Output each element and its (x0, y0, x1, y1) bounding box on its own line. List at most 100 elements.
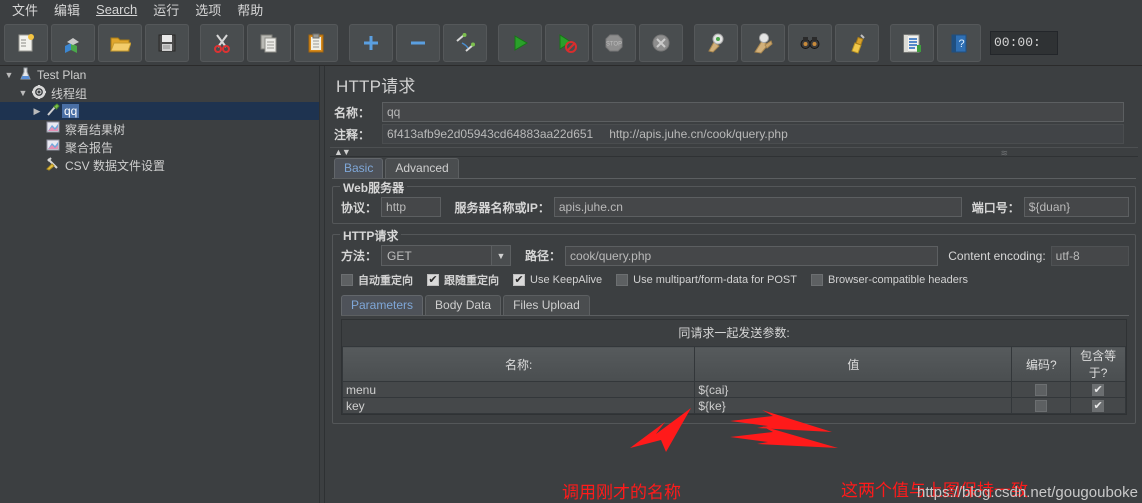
column-header-value[interactable]: 值 (694, 346, 1013, 382)
checkbox-label: 跟随重定向 (444, 275, 499, 287)
checkbox-use-keepalive[interactable]: ✔ Use KeepAlive (513, 274, 602, 286)
cell-param-encode[interactable] (1011, 397, 1072, 414)
cut-icon[interactable] (200, 23, 244, 62)
path-label: 路径： (525, 249, 562, 263)
column-header-include-equals[interactable]: 包含等于? (1070, 346, 1126, 382)
clear-all-icon[interactable] (741, 23, 785, 62)
tab-advanced[interactable]: Advanced (385, 158, 459, 178)
svg-text:?: ? (958, 38, 964, 50)
method-select[interactable]: GET ▼ (381, 245, 512, 266)
test-plan-tree[interactable]: ▼ Test Plan ▼ 线程组 ▶ qq 察看结果树 聚合报告 CSV 数据… (0, 66, 319, 503)
tab-body-data[interactable]: Body Data (425, 295, 502, 315)
tree-node-test-plan[interactable]: ▼ Test Plan (0, 66, 319, 84)
reset-search-icon[interactable] (835, 23, 879, 62)
checkbox-box[interactable]: ✔ (513, 274, 525, 286)
tree-node-view-results-tree[interactable]: 察看结果树 (0, 120, 319, 138)
menu-bar: 文件 编辑 Search 运行 选项 帮助 (0, 0, 1142, 20)
cell-param-include-equals[interactable]: ✔ (1070, 397, 1126, 414)
page-title: HTTP请求 (336, 77, 416, 96)
menu-run[interactable]: 运行 (145, 0, 187, 21)
menu-help[interactable]: 帮助 (229, 0, 271, 21)
checkbox-follow-redirect[interactable]: ✔ 跟随重定向 (427, 272, 499, 288)
tree-node-aggregate-report[interactable]: 聚合报告 (0, 138, 319, 156)
toggle-icon[interactable] (443, 23, 487, 62)
port-input[interactable]: ${duan} (1023, 197, 1129, 217)
toolbar-separator (490, 24, 498, 62)
search-icon[interactable] (788, 23, 832, 62)
menu-file[interactable]: 文件 (4, 0, 46, 21)
chevron-down-icon[interactable]: ▼ (2, 70, 16, 80)
chevron-down-icon[interactable]: ▼ (16, 88, 30, 98)
save-icon[interactable] (145, 23, 189, 62)
svg-text:STOP: STOP (606, 41, 622, 47)
stop-icon[interactable]: STOP (592, 23, 636, 62)
cell-param-value[interactable]: ${cai} (694, 381, 1013, 398)
menu-search[interactable]: Search (88, 1, 145, 19)
tree-node-qq[interactable]: ▶ qq (0, 102, 319, 120)
comments-hash: 6f413afb9e2d05943cd64883aa22d651 (387, 127, 594, 141)
table-header-row: 名称: 值 编码? 包含等于? (341, 346, 1126, 382)
aggregate-report-icon (44, 139, 62, 155)
new-icon[interactable] (4, 23, 48, 62)
cell-param-include-equals[interactable]: ✔ (1070, 381, 1126, 398)
web-server-group: Web服务器 协议： http 服务器名称或IP： apis.juhe.cn 端… (332, 179, 1136, 224)
content-encoding-input[interactable]: utf-8 (1050, 245, 1129, 266)
table-row[interactable]: menu ${cai} ✔ (341, 381, 1126, 398)
checkbox-box[interactable] (1035, 384, 1048, 397)
parameters-table[interactable]: 名称: 值 编码? 包含等于? menu ${cai} ✔ key ${ke} … (341, 346, 1126, 414)
checkbox-box[interactable] (1035, 400, 1048, 413)
cell-param-name[interactable]: menu (341, 381, 696, 398)
clear-icon[interactable] (694, 23, 738, 62)
menu-edit[interactable]: 编辑 (46, 0, 88, 21)
tab-parameters[interactable]: Parameters (341, 295, 424, 315)
horizontal-splitter[interactable]: ▲▼ ≋ (330, 147, 1138, 158)
table-row[interactable]: key ${ke} ✔ (341, 397, 1126, 414)
checkbox-auto-redirect[interactable]: 自动重定向 (341, 272, 413, 288)
view-results-tree-icon (44, 121, 62, 137)
checkbox-browser-compatible-headers[interactable]: Browser-compatible headers (810, 274, 968, 286)
server-input[interactable]: apis.juhe.cn (553, 197, 962, 217)
open-icon[interactable] (98, 23, 142, 62)
cell-param-value[interactable]: ${ke} (694, 397, 1013, 414)
tree-node-csv-data-set[interactable]: CSV 数据文件设置 (0, 156, 319, 174)
tab-files-upload[interactable]: Files Upload (503, 295, 590, 315)
tab-basic[interactable]: Basic (334, 158, 384, 178)
start-icon[interactable] (498, 23, 542, 62)
checkbox-box[interactable] (810, 274, 823, 286)
checkbox-box[interactable]: ✔ (427, 274, 439, 286)
comments-input[interactable]: 6f413afb9e2d05943cd64883aa22d651 http://… (382, 124, 1124, 144)
expand-icon[interactable] (349, 23, 393, 62)
checkbox-box[interactable] (341, 274, 353, 286)
help-icon[interactable]: ? (937, 23, 981, 62)
cell-param-encode[interactable] (1011, 381, 1072, 398)
protocol-input[interactable]: http (381, 197, 441, 217)
name-input[interactable]: qq (382, 102, 1124, 122)
checkbox-label: Use multipart/form-data for POST (633, 274, 797, 286)
checkbox-box[interactable] (616, 274, 629, 286)
chevron-right-icon[interactable]: ▶ (30, 106, 44, 117)
copy-icon[interactable] (247, 23, 291, 62)
column-header-encode[interactable]: 编码? (1011, 346, 1072, 382)
collapse-icon[interactable] (396, 23, 440, 62)
http-request-panel: HTTP请求 名称： qq 注释： 6f413afb9e2d05943cd648… (326, 66, 1142, 503)
start-no-pauses-icon[interactable] (545, 23, 589, 62)
paste-icon[interactable] (294, 23, 338, 62)
column-header-name[interactable]: 名称: (341, 346, 696, 382)
checkbox-use-multipart[interactable]: Use multipart/form-data for POST (616, 274, 797, 286)
checkbox-box[interactable]: ✔ (1092, 400, 1105, 413)
splitter-triangles-icon[interactable]: ▲▼ (334, 147, 351, 157)
function-helper-icon[interactable] (890, 23, 934, 62)
vertical-splitter[interactable] (319, 66, 325, 503)
chevron-down-icon[interactable]: ▼ (491, 246, 511, 265)
templates-icon[interactable] (51, 23, 95, 62)
menu-options[interactable]: 选项 (187, 0, 229, 21)
watermark: https://blog.csdn.net/gougouboke (916, 484, 1138, 501)
tree-node-thread-group[interactable]: ▼ 线程组 (0, 84, 319, 102)
checkbox-box[interactable]: ✔ (1092, 384, 1105, 397)
main-tabbar: Basic Advanced (326, 157, 1142, 178)
path-input[interactable]: cook/query.php (565, 245, 939, 266)
shutdown-icon[interactable] (639, 23, 683, 62)
cell-param-name[interactable]: key (341, 397, 696, 414)
toolbar-separator (192, 24, 200, 62)
server-label: 服务器名称或IP： (454, 200, 550, 215)
